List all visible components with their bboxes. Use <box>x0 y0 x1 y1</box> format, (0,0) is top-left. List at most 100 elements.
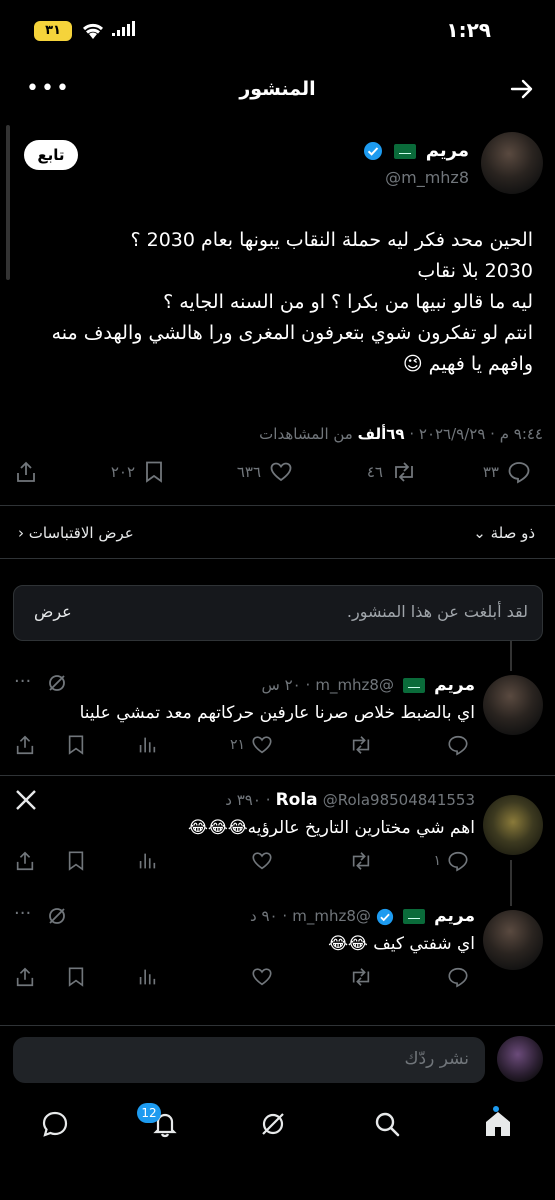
back-arrow-icon[interactable] <box>509 76 535 102</box>
reply-handle[interactable]: @m_mhz8 <box>315 676 394 694</box>
sort-label: ذو صلة <box>490 524 535 542</box>
post-line: الحين محد فكر ليه حملة النقاب يبونها بعا… <box>130 229 534 251</box>
reply-button[interactable]: ١ <box>433 850 469 872</box>
view-reported-button[interactable]: عرض <box>34 602 72 621</box>
reply-avatar[interactable] <box>483 795 543 855</box>
reply-more-icon[interactable]: ··· <box>14 903 31 924</box>
views-button[interactable] <box>136 850 158 872</box>
repost-count: ٤٦ <box>366 463 383 481</box>
post-line: انتم لو تفكرون شوي بتعرفون المغرى ورا ها… <box>51 322 533 344</box>
saudi-flag-icon <box>403 909 426 924</box>
like-button[interactable]: ٢١ <box>230 734 273 756</box>
post-line: 2030 بلا نقاب <box>417 260 533 282</box>
author-handle[interactable]: @m_mhz8 <box>385 168 469 187</box>
reply-time: ٣٩٠ د <box>225 791 261 809</box>
repost-button[interactable] <box>349 734 373 756</box>
reported-text: لقد أبلغت عن هذا المنشور. <box>346 602 528 621</box>
search-tab[interactable] <box>372 1109 402 1139</box>
battery-icon: ٣١ <box>34 21 72 41</box>
view-quotes-label: عرض الاقتباسات <box>28 524 134 542</box>
heart-icon <box>270 462 292 482</box>
reply-time: ٢٠ س <box>261 676 301 694</box>
view-quotes-link[interactable]: عرض الاقتباسات ‹ <box>18 524 134 542</box>
share-button[interactable] <box>14 460 38 484</box>
reply-placeholder: نشر ردّك <box>404 1049 469 1069</box>
user-avatar[interactable] <box>497 1036 543 1082</box>
bookmark-button[interactable] <box>66 966 86 988</box>
repost-button[interactable] <box>349 966 373 988</box>
grok-tab[interactable] <box>258 1109 288 1139</box>
home-icon <box>486 1112 510 1136</box>
repost-icon <box>395 462 413 482</box>
reply-more-icon[interactable]: ··· <box>14 671 31 692</box>
author-name[interactable]: مريم <box>426 140 469 161</box>
share-button[interactable] <box>14 850 36 872</box>
like-button[interactable] <box>251 850 273 872</box>
chevron-left-icon: ‹ <box>18 524 24 542</box>
messages-tab[interactable] <box>40 1109 70 1139</box>
bookmark-button[interactable]: ٢٠٢ <box>111 460 165 484</box>
views-button[interactable] <box>136 966 158 988</box>
reply-author-name[interactable]: مريم <box>434 675 475 695</box>
sort-dropdown[interactable]: ذو صلة ⌄ <box>473 524 535 542</box>
divider <box>0 1025 555 1026</box>
reply-time: ٩٠ د <box>250 907 278 925</box>
post-timestamp[interactable]: ٩:٤٤ م · ٢٠٢٦/٩/٢٩ · <box>409 425 543 443</box>
post-action-bar: ٣٣ ٤٦ ٦٣٦ ٢٠٢ <box>0 460 555 500</box>
reply-button[interactable]: ٣٣ <box>483 460 531 484</box>
like-button[interactable] <box>251 966 273 988</box>
post-line: ليه ما قالو نبيها من بكرا ؟ او من السنه … <box>163 291 533 313</box>
bookmark-count: ٢٠٢ <box>110 463 135 481</box>
thread-connector <box>510 860 512 906</box>
reply-button[interactable] <box>447 734 469 756</box>
wifi-icon <box>80 19 106 41</box>
divider <box>0 558 555 559</box>
author-avatar[interactable] <box>481 132 543 194</box>
reply-handle[interactable]: @m_mhz8 <box>292 907 371 925</box>
reply-avatar[interactable] <box>483 910 543 970</box>
reply-count: ١ <box>433 853 441 869</box>
verified-badge-icon <box>363 141 383 161</box>
follow-button[interactable]: تابع <box>24 140 78 170</box>
reply-action-bar: ١ <box>0 850 555 880</box>
hide-reply-icon[interactable] <box>46 905 68 927</box>
reply-header: مريم @m_mhz8 · ٢٠ س <box>261 675 475 695</box>
share-icon <box>17 461 35 482</box>
bookmark-button[interactable] <box>66 734 86 756</box>
grok-icon <box>262 1113 284 1135</box>
reply-avatar[interactable] <box>483 675 543 735</box>
hide-reply-icon[interactable] <box>46 672 68 694</box>
x-logo-icon <box>14 788 38 812</box>
bookmark-button[interactable] <box>66 850 86 872</box>
search-icon <box>375 1112 400 1137</box>
home-tab[interactable] <box>482 1109 514 1139</box>
reported-notice: لقد أبلغت عن هذا المنشور. عرض <box>13 585 543 641</box>
reply-text: اهم شي مختارين التاريخ عالرؤيه😂😂😂 <box>188 818 475 838</box>
reply-count: ٣٣ <box>482 463 499 481</box>
reply-handle[interactable]: @Rola98504841553 <box>323 791 475 809</box>
views-button[interactable] <box>136 734 158 756</box>
signal-icon <box>112 21 136 39</box>
reply-author-name[interactable]: مريم <box>434 906 475 926</box>
verified-badge-icon <box>376 908 394 926</box>
reply-author-name[interactable]: Rola <box>276 790 318 810</box>
bottom-tab-bar <box>0 1095 555 1155</box>
author-name-row[interactable]: مريم <box>363 140 469 161</box>
reply-header: مريم @m_mhz8 · ٩٠ د <box>250 906 475 926</box>
reply-input[interactable]: نشر ردّك <box>13 1037 485 1083</box>
saudi-flag-icon <box>403 678 426 693</box>
like-button[interactable]: ٦٣٦ <box>237 460 293 484</box>
views-count: ٦٩ألف <box>357 425 405 443</box>
post-meta: ٩:٤٤ م · ٢٠٢٦/٩/٢٩ · ٦٩ألف من المشاهدات <box>259 425 543 443</box>
repost-button[interactable]: ٤٦ <box>367 460 417 484</box>
share-button[interactable] <box>14 966 36 988</box>
status-bar: ١:٢٩ ٣١ <box>0 0 555 62</box>
reply-button[interactable] <box>447 966 469 988</box>
share-button[interactable] <box>14 734 36 756</box>
scroll-indicator <box>6 125 10 280</box>
more-options-icon[interactable]: ••• <box>26 76 71 101</box>
repost-button[interactable] <box>349 850 373 872</box>
reply-action-bar <box>0 966 555 996</box>
thread-connector <box>510 641 512 671</box>
post-text: الحين محد فكر ليه حملة النقاب يبونها بعا… <box>18 225 533 380</box>
